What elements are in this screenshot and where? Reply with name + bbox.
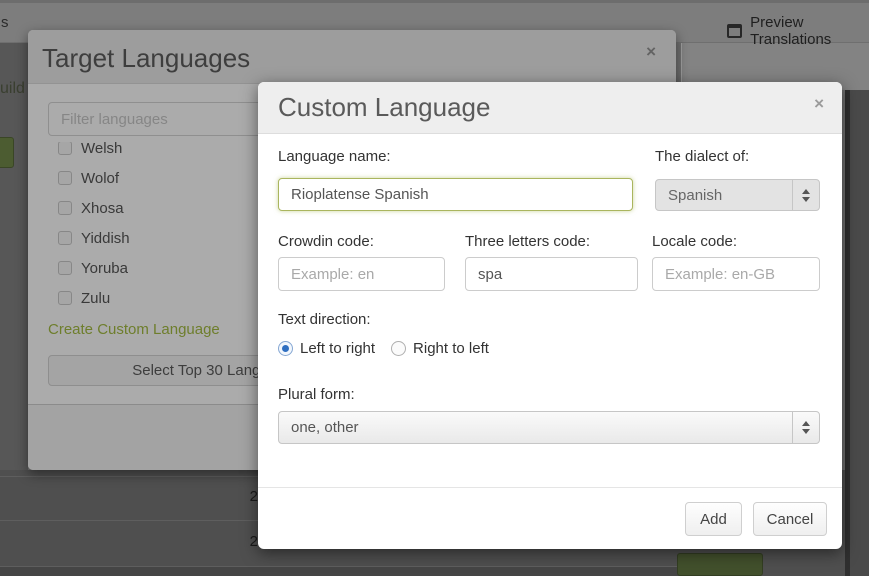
- target-languages-header: Target Languages ×: [28, 30, 676, 84]
- language-label: Welsh: [81, 142, 122, 157]
- checkbox-icon[interactable]: [58, 142, 72, 155]
- select-stepper-icon: [792, 180, 819, 210]
- dimmed-green-button-bottom: [677, 553, 763, 576]
- add-button[interactable]: Add: [685, 502, 742, 536]
- language-list-item[interactable]: Zulu: [48, 283, 288, 313]
- language-list-item[interactable]: Wolof: [48, 163, 288, 193]
- language-list-item[interactable]: Yoruba: [48, 253, 288, 283]
- language-label: Zulu: [81, 290, 110, 307]
- language-label: Wolof: [81, 170, 119, 187]
- background-left-strip: [0, 43, 28, 470]
- dialect-label: The dialect of:: [655, 148, 749, 165]
- close-icon[interactable]: ×: [646, 42, 656, 62]
- language-label: Xhosa: [81, 200, 124, 217]
- language-label: Yoruba: [81, 260, 128, 277]
- checkbox-icon[interactable]: [58, 171, 72, 185]
- checkbox-icon[interactable]: [58, 291, 72, 305]
- background-right-dark-strip: [845, 90, 869, 576]
- plural-form-label: Plural form:: [278, 386, 355, 403]
- dialect-selected-value: Spanish: [656, 187, 792, 204]
- table-cell-value: 2: [238, 488, 258, 505]
- radio-left-to-right[interactable]: [278, 341, 293, 356]
- preview-translations-button[interactable]: Preview Translations: [727, 14, 869, 48]
- custom-language-footer: Add Cancel: [258, 487, 842, 549]
- three-letters-code-input[interactable]: [465, 257, 638, 291]
- preview-translations-label: Preview Translations: [750, 14, 869, 48]
- language-list-item[interactable]: Xhosa: [48, 193, 288, 223]
- plural-form-select[interactable]: one, other: [278, 411, 820, 444]
- language-list-item[interactable]: Welsh: [48, 142, 288, 163]
- three-letters-code-label: Three letters code:: [465, 233, 590, 250]
- radio-right-to-left[interactable]: [391, 341, 406, 356]
- language-name-input[interactable]: [278, 178, 633, 211]
- checkbox-icon[interactable]: [58, 201, 72, 215]
- language-list-item[interactable]: Yiddish: [48, 223, 288, 253]
- background-table-footer-row: [0, 567, 680, 576]
- custom-language-modal: Custom Language × Language name: The dia…: [258, 82, 842, 549]
- radio-left-to-right-label[interactable]: Left to right: [300, 340, 375, 357]
- checkbox-icon[interactable]: [58, 231, 72, 245]
- dimmed-green-button-left: [0, 137, 14, 168]
- plural-form-selected-value: one, other: [279, 419, 792, 436]
- checkbox-icon[interactable]: [58, 261, 72, 275]
- create-custom-language-link[interactable]: Create Custom Language: [48, 321, 220, 338]
- crowdin-code-label: Crowdin code:: [278, 233, 374, 250]
- text-direction-label: Text direction:: [278, 311, 371, 328]
- text-direction-radio-group: Left to right Right to left: [278, 340, 505, 357]
- browser-window-icon: [727, 24, 742, 38]
- custom-language-header: Custom Language ×: [258, 82, 842, 134]
- target-languages-title: Target Languages: [42, 43, 250, 74]
- screen: s uild 2 2 Preview Translations Target L…: [0, 0, 869, 576]
- dialect-select[interactable]: Spanish: [655, 179, 820, 211]
- language-checkbox-list: Welsh Wolof Xhosa Yiddish Yoruba Zulu: [48, 142, 288, 314]
- locale-code-label: Locale code:: [652, 233, 737, 250]
- background-partial-text: s: [1, 14, 9, 31]
- language-name-label: Language name:: [278, 148, 391, 165]
- custom-language-title: Custom Language: [278, 92, 490, 123]
- radio-right-to-left-label[interactable]: Right to left: [413, 340, 489, 357]
- select-stepper-icon: [792, 412, 819, 443]
- crowdin-code-input[interactable]: [278, 257, 445, 291]
- table-cell-value: 2: [238, 533, 258, 550]
- language-label: Yiddish: [81, 230, 130, 247]
- background-partial-build-text: uild: [0, 80, 25, 98]
- locale-code-input[interactable]: [652, 257, 820, 291]
- cancel-button[interactable]: Cancel: [753, 502, 827, 536]
- close-icon[interactable]: ×: [814, 94, 824, 114]
